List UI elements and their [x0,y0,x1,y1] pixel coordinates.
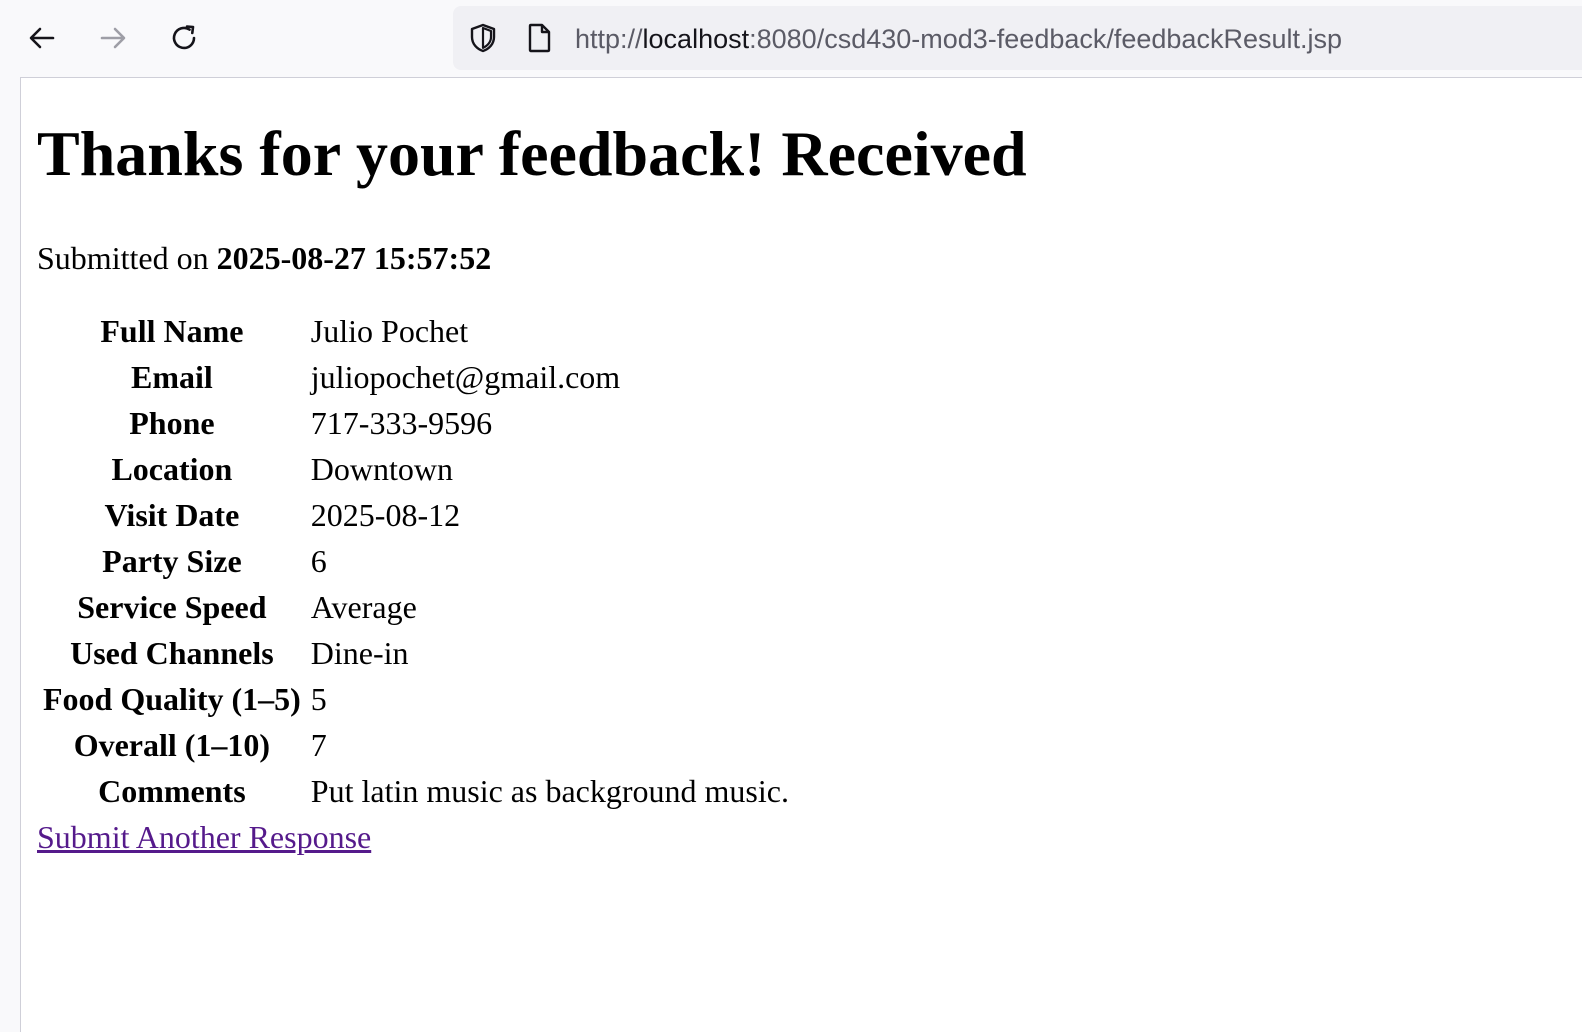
submitted-timestamp: 2025-08-27 15:57:52 [216,240,492,276]
table-row: Overall (1–10) 7 [41,722,791,768]
url-text[interactable]: http://localhost:8080/csd430-mod3-feedba… [575,6,1342,70]
shield-icon [470,23,496,53]
field-value: 5 [310,680,327,717]
field-value: Julio Pochet [310,312,469,349]
feedback-table: Full Name Julio Pochet Email juliopochet… [37,308,795,814]
field-value: 2025-08-12 [310,496,461,533]
table-row: Location Downtown [41,446,791,492]
address-bar[interactable]: http://localhost:8080/csd430-mod3-feedba… [453,6,1582,70]
forward-button[interactable] [91,16,135,60]
arrow-right-icon [100,27,126,49]
field-label: Email [131,358,213,395]
url-path: :8080/csd430-mod3-feedback/feedbackResul… [749,24,1342,54]
submit-another-link[interactable]: Submit Another Response [37,817,371,857]
url-scheme: http:// [575,24,643,54]
field-label: Overall (1–10) [73,726,271,763]
field-value: 6 [310,542,327,579]
reload-icon [172,25,196,50]
table-row: Full Name Julio Pochet [41,308,791,354]
field-label: Used Channels [70,634,274,671]
table-row: Food Quality (1–5) 5 [41,676,791,722]
table-row: Visit Date 2025-08-12 [41,492,791,538]
table-row: Phone 717-333-9596 [41,400,791,446]
table-row: Service Speed Average [41,584,791,630]
field-label: Party Size [102,542,242,579]
field-value: Downtown [310,450,453,487]
field-value: juliopochet@gmail.com [310,358,621,395]
table-row: Email juliopochet@gmail.com [41,354,791,400]
arrow-left-icon [29,27,55,49]
submitted-label: Submitted on [37,240,217,276]
field-label: Comments [98,772,246,809]
field-value: Dine-in [310,634,409,671]
field-label: Phone [129,404,215,441]
page-title: Thanks for your feedback! Received [37,118,1027,189]
field-value: Average [310,588,417,625]
url-host: localhost [642,24,750,54]
tracking-protection-button[interactable] [467,22,499,54]
page-icon [528,23,551,53]
field-label: Food Quality (1–5) [43,680,301,717]
field-value: 7 [310,726,327,763]
field-value: 717-333-9596 [310,404,493,441]
page-content: Thanks for your feedback! Received Submi… [20,77,1582,1032]
field-label: Full Name [100,312,244,349]
table-row: Party Size 6 [41,538,791,584]
submitted-line: Submitted on 2025-08-27 15:57:52 [37,238,491,278]
table-row: Used Channels Dine-in [41,630,791,676]
site-info-button[interactable] [523,22,555,54]
back-button[interactable] [20,16,64,60]
table-row: Comments Put latin music as background m… [41,768,791,814]
browser-toolbar: http://localhost:8080/csd430-mod3-feedba… [0,0,1582,78]
field-value: Put latin music as background music. [310,772,789,809]
field-label: Service Speed [77,588,267,625]
field-label: Visit Date [104,496,240,533]
field-label: Location [111,450,233,487]
reload-button[interactable] [162,16,206,60]
